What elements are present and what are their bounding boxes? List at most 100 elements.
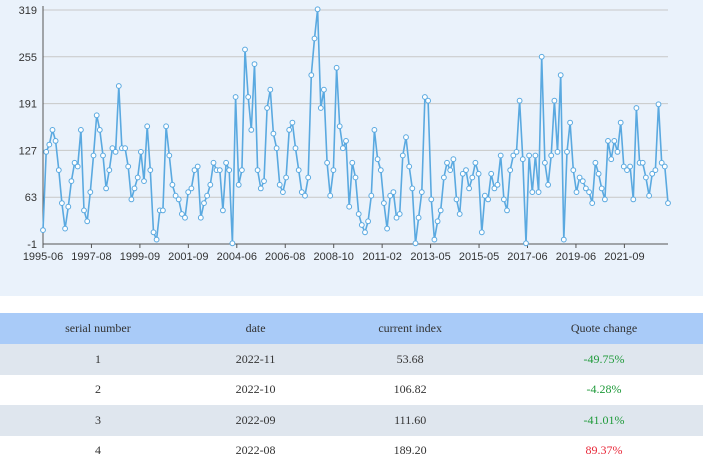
data-point	[406, 163, 413, 170]
data-point	[261, 178, 267, 185]
data-point	[207, 181, 214, 188]
data-point	[523, 240, 529, 247]
data-point	[377, 167, 384, 174]
data-point	[605, 138, 611, 144]
series-line	[42, 9, 669, 244]
data-point	[381, 200, 387, 207]
data-point	[333, 64, 340, 71]
data-point	[551, 97, 558, 104]
data-point	[437, 207, 444, 214]
data-point	[501, 196, 507, 203]
data-point	[188, 185, 195, 192]
data-point	[242, 46, 248, 53]
data-point	[396, 211, 403, 217]
data-point	[466, 185, 473, 192]
cell-serial: 2	[94, 382, 101, 397]
data-point	[336, 123, 343, 130]
data-point	[84, 218, 91, 225]
data-point	[355, 211, 362, 217]
data-point	[428, 196, 435, 203]
data-point	[403, 134, 409, 141]
data-point	[639, 159, 646, 166]
data-point	[519, 156, 526, 163]
data-point	[103, 185, 109, 192]
cell-date: 2022-10	[235, 382, 276, 397]
x-tick-label: 2013-05	[410, 251, 450, 263]
data-point	[43, 149, 50, 155]
data-point	[141, 178, 147, 185]
data-point	[220, 207, 226, 214]
data-point	[453, 196, 460, 203]
data-point	[371, 126, 378, 133]
data-point	[286, 126, 293, 133]
data-table-container: serial number date current index Quote c…	[0, 313, 703, 466]
data-point	[226, 167, 233, 174]
data-point	[538, 53, 545, 60]
y-tick-label: -1	[27, 239, 37, 251]
data-point	[138, 149, 144, 155]
data-point	[472, 159, 479, 166]
data-point	[661, 163, 668, 170]
data-point	[65, 203, 72, 210]
data-point	[305, 174, 312, 181]
data-point	[327, 192, 334, 199]
data-point	[87, 189, 94, 196]
data-point	[90, 152, 97, 159]
data-point	[248, 126, 255, 133]
data-point	[535, 189, 542, 196]
data-point	[374, 156, 381, 163]
data-point	[251, 61, 258, 67]
data-point	[112, 149, 119, 155]
data-point	[598, 185, 605, 192]
data-point	[254, 167, 261, 174]
data-point	[557, 72, 564, 78]
data-point	[289, 119, 296, 126]
data-point	[163, 123, 170, 130]
data-point	[68, 178, 75, 185]
x-tick-label: 2001-09	[168, 251, 208, 263]
data-point	[93, 112, 100, 119]
data-point	[485, 196, 492, 203]
data-point	[390, 189, 397, 196]
cell-change: 89.37%	[585, 443, 623, 458]
data-point	[115, 83, 122, 89]
data-point	[150, 229, 157, 236]
data-point	[204, 192, 211, 199]
data-point	[643, 174, 649, 181]
data-point	[160, 207, 166, 214]
data-point	[415, 214, 422, 221]
data-point	[365, 218, 372, 225]
data-point	[182, 214, 188, 221]
cell-date: 2022-08	[235, 443, 276, 458]
x-tick-label: 2004-06	[217, 251, 257, 263]
data-point	[257, 185, 264, 192]
header-current-index: current index	[378, 321, 442, 335]
data-point	[425, 97, 432, 104]
x-tick-label: 2015-05	[459, 251, 499, 263]
data-point	[210, 159, 217, 166]
data-point	[169, 181, 176, 188]
cell-serial: 4	[94, 443, 101, 458]
data-point	[469, 174, 476, 181]
cell-index: 53.68	[396, 351, 424, 366]
cell-change: -4.28%	[586, 382, 622, 397]
table-row: 2 2022-10 106.82 -4.28%	[0, 374, 703, 405]
data-point	[412, 240, 419, 247]
data-point	[532, 152, 539, 159]
data-point	[614, 149, 621, 155]
data-point	[239, 167, 245, 174]
data-point	[399, 152, 406, 159]
data-point	[567, 119, 573, 126]
data-point	[308, 72, 315, 78]
data-point	[229, 240, 236, 247]
data-point	[497, 152, 504, 159]
data-point	[273, 145, 280, 152]
data-point	[122, 145, 128, 152]
x-tick-label: 2011-02	[362, 251, 402, 263]
data-point	[611, 138, 618, 144]
cell-serial: 1	[94, 351, 101, 366]
data-point	[573, 189, 580, 196]
table-row: 1 2022-11 53.68 -49.75%	[0, 344, 703, 375]
data-point	[283, 174, 290, 181]
x-tick-label: 2008-10	[314, 251, 354, 263]
